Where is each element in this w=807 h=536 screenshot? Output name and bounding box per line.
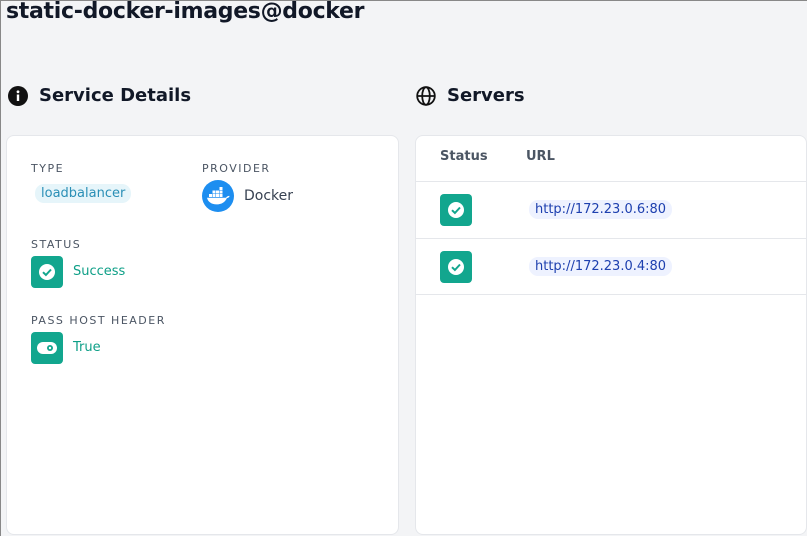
toggle-icon bbox=[31, 332, 63, 364]
servers-title: Servers bbox=[447, 85, 525, 106]
info-icon bbox=[8, 85, 28, 106]
server-row[interactable]: http://172.23.0.6:80 bbox=[416, 181, 806, 238]
pass-host-header-value: True bbox=[73, 340, 101, 355]
col-url: URL bbox=[526, 149, 555, 164]
check-icon bbox=[440, 194, 472, 226]
status-value: Success bbox=[73, 264, 126, 279]
check-icon bbox=[440, 251, 472, 283]
status-label: STATUS bbox=[31, 238, 82, 251]
service-details-heading: Service Details bbox=[8, 85, 191, 106]
service-details-card: TYPE loadbalancer PROVIDER Docker STATUS… bbox=[6, 135, 399, 535]
server-row[interactable]: http://172.23.0.4:80 bbox=[416, 238, 806, 295]
servers-heading: Servers bbox=[416, 85, 525, 106]
provider-label: PROVIDER bbox=[202, 162, 271, 175]
service-details-title: Service Details bbox=[39, 85, 192, 106]
docker-icon bbox=[202, 180, 234, 212]
page-title: static-docker-images@docker bbox=[6, 0, 365, 24]
type-chip: loadbalancer bbox=[35, 184, 132, 203]
globe-icon bbox=[416, 85, 436, 106]
servers-card: Status URL http://172.23.0.6:80 http://1… bbox=[415, 135, 807, 535]
type-label: TYPE bbox=[31, 162, 65, 175]
check-icon bbox=[31, 256, 63, 288]
provider-name: Docker bbox=[244, 188, 294, 204]
server-url[interactable]: http://172.23.0.4:80 bbox=[529, 257, 673, 276]
server-url[interactable]: http://172.23.0.6:80 bbox=[529, 200, 673, 219]
col-status: Status bbox=[440, 149, 488, 164]
pass-host-header-label: PASS HOST HEADER bbox=[31, 314, 166, 327]
